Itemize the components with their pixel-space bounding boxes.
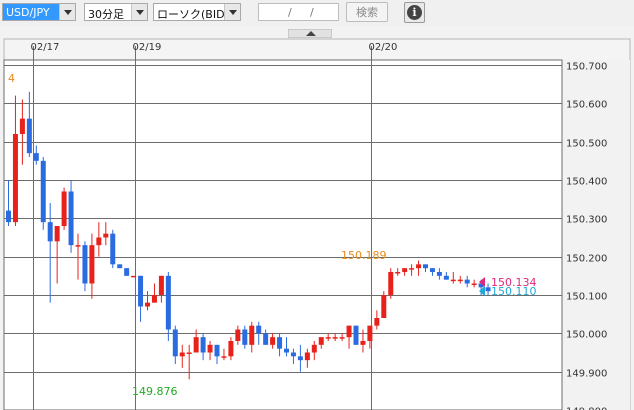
candle-body <box>325 337 331 339</box>
candle-body <box>145 302 150 307</box>
candle-body <box>207 344 213 353</box>
candle-body <box>436 271 442 276</box>
price-tick-label: 150.000 <box>566 330 607 341</box>
candle-body <box>450 279 456 282</box>
date-label: 02/17 <box>31 42 60 53</box>
candle-body <box>96 237 102 246</box>
candle-body <box>117 264 123 269</box>
price-tick-label: 150.400 <box>566 177 607 188</box>
candle-body <box>33 153 39 161</box>
candle-body <box>346 325 352 338</box>
candle-body <box>457 279 463 282</box>
candle-body <box>374 317 380 326</box>
candle-body <box>263 333 269 345</box>
candle-body <box>270 337 276 345</box>
date-label: 02/20 <box>369 42 398 53</box>
candle-body <box>6 210 11 223</box>
candle-body <box>186 352 192 354</box>
candle-body <box>82 245 88 284</box>
candle-body <box>249 325 255 345</box>
candle-body <box>332 337 338 339</box>
candlestick-chart: 150.700 150.600 150.500 150.400 150.300 150.2… <box>3 38 631 410</box>
date-label: 02/19 <box>133 42 162 53</box>
candle-body <box>26 118 32 154</box>
candle-body <box>256 325 262 334</box>
candle-body <box>54 225 60 242</box>
candle-body <box>339 337 345 339</box>
candle-body <box>304 352 310 361</box>
candle-body <box>158 275 164 295</box>
candle-body <box>297 356 303 361</box>
candle-body <box>242 329 248 345</box>
price-axis-area <box>562 60 630 410</box>
candle-body <box>221 356 227 358</box>
candle-body <box>290 352 296 357</box>
candle-body <box>443 275 449 280</box>
candle-body <box>402 268 408 272</box>
candle-body <box>193 337 199 353</box>
candle-body <box>12 133 18 223</box>
candle-body <box>165 275 171 330</box>
candle-body <box>409 268 415 270</box>
candle-body <box>172 329 178 357</box>
candle-body <box>138 275 144 307</box>
candle-body <box>318 337 324 345</box>
period-high-label: 150.189 <box>341 249 387 262</box>
candle-body <box>47 222 53 242</box>
candle-body <box>367 325 373 341</box>
candle-body <box>110 233 116 265</box>
price-tick-label: 150.300 <box>566 215 607 226</box>
candle-body <box>151 294 157 303</box>
price-tick-label: 149.800 <box>566 407 607 410</box>
candle-body <box>423 264 428 269</box>
candle-body <box>235 329 241 341</box>
candle-body <box>277 337 283 349</box>
candle-body <box>429 268 435 272</box>
candle-body <box>131 275 137 278</box>
corner-price-label: 4 <box>8 72 15 85</box>
plot-area <box>3 59 563 410</box>
price-tick-label: 150.500 <box>566 139 607 150</box>
candle-body <box>61 191 67 226</box>
candle-body <box>381 294 387 318</box>
price-tick-label: 150.200 <box>566 254 607 265</box>
candle-body <box>311 344 317 353</box>
candle-body <box>485 287 491 292</box>
candle-body <box>68 191 74 246</box>
candle-body <box>103 233 109 238</box>
bid-price-label: 150.110 <box>491 285 537 298</box>
price-tick-label: 150.600 <box>566 100 607 111</box>
candle-body <box>214 344 220 357</box>
candle-body <box>124 268 130 276</box>
candle-body <box>75 245 81 247</box>
candle-body <box>19 118 25 134</box>
candle-body <box>353 325 359 345</box>
candle-body <box>388 271 394 295</box>
period-low-label: 149.876 <box>132 385 178 398</box>
candle-body <box>416 264 422 269</box>
candle-body <box>395 271 401 274</box>
candle-body <box>471 283 477 285</box>
candle-body <box>360 340 366 345</box>
candle-body <box>89 245 95 284</box>
candle-body <box>40 160 46 223</box>
candle-body <box>179 352 185 357</box>
candle-body <box>228 340 234 357</box>
price-tick-label: 150.700 <box>566 62 607 73</box>
price-tick-label: 150.100 <box>566 292 607 303</box>
candle-body <box>284 348 289 353</box>
price-tick-label: 149.900 <box>566 369 607 380</box>
candle-body <box>200 337 206 353</box>
candle-body <box>464 279 470 284</box>
